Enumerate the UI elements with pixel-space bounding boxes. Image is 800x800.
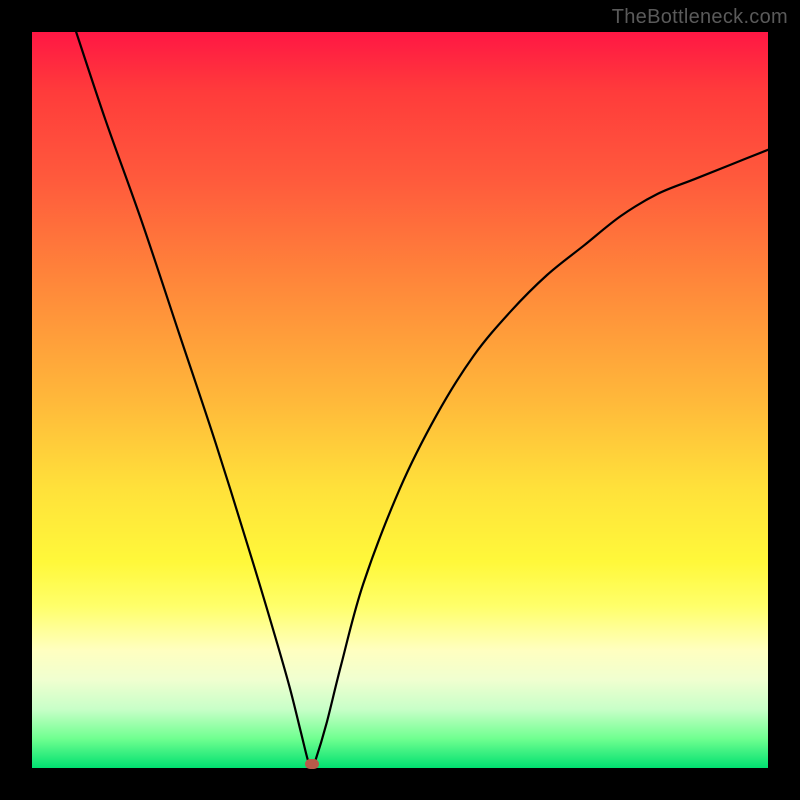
watermark-text: TheBottleneck.com	[612, 6, 788, 29]
optimal-point-marker	[305, 759, 319, 769]
chart-frame: TheBottleneck.com	[0, 0, 800, 800]
bottleneck-curve	[32, 32, 768, 768]
